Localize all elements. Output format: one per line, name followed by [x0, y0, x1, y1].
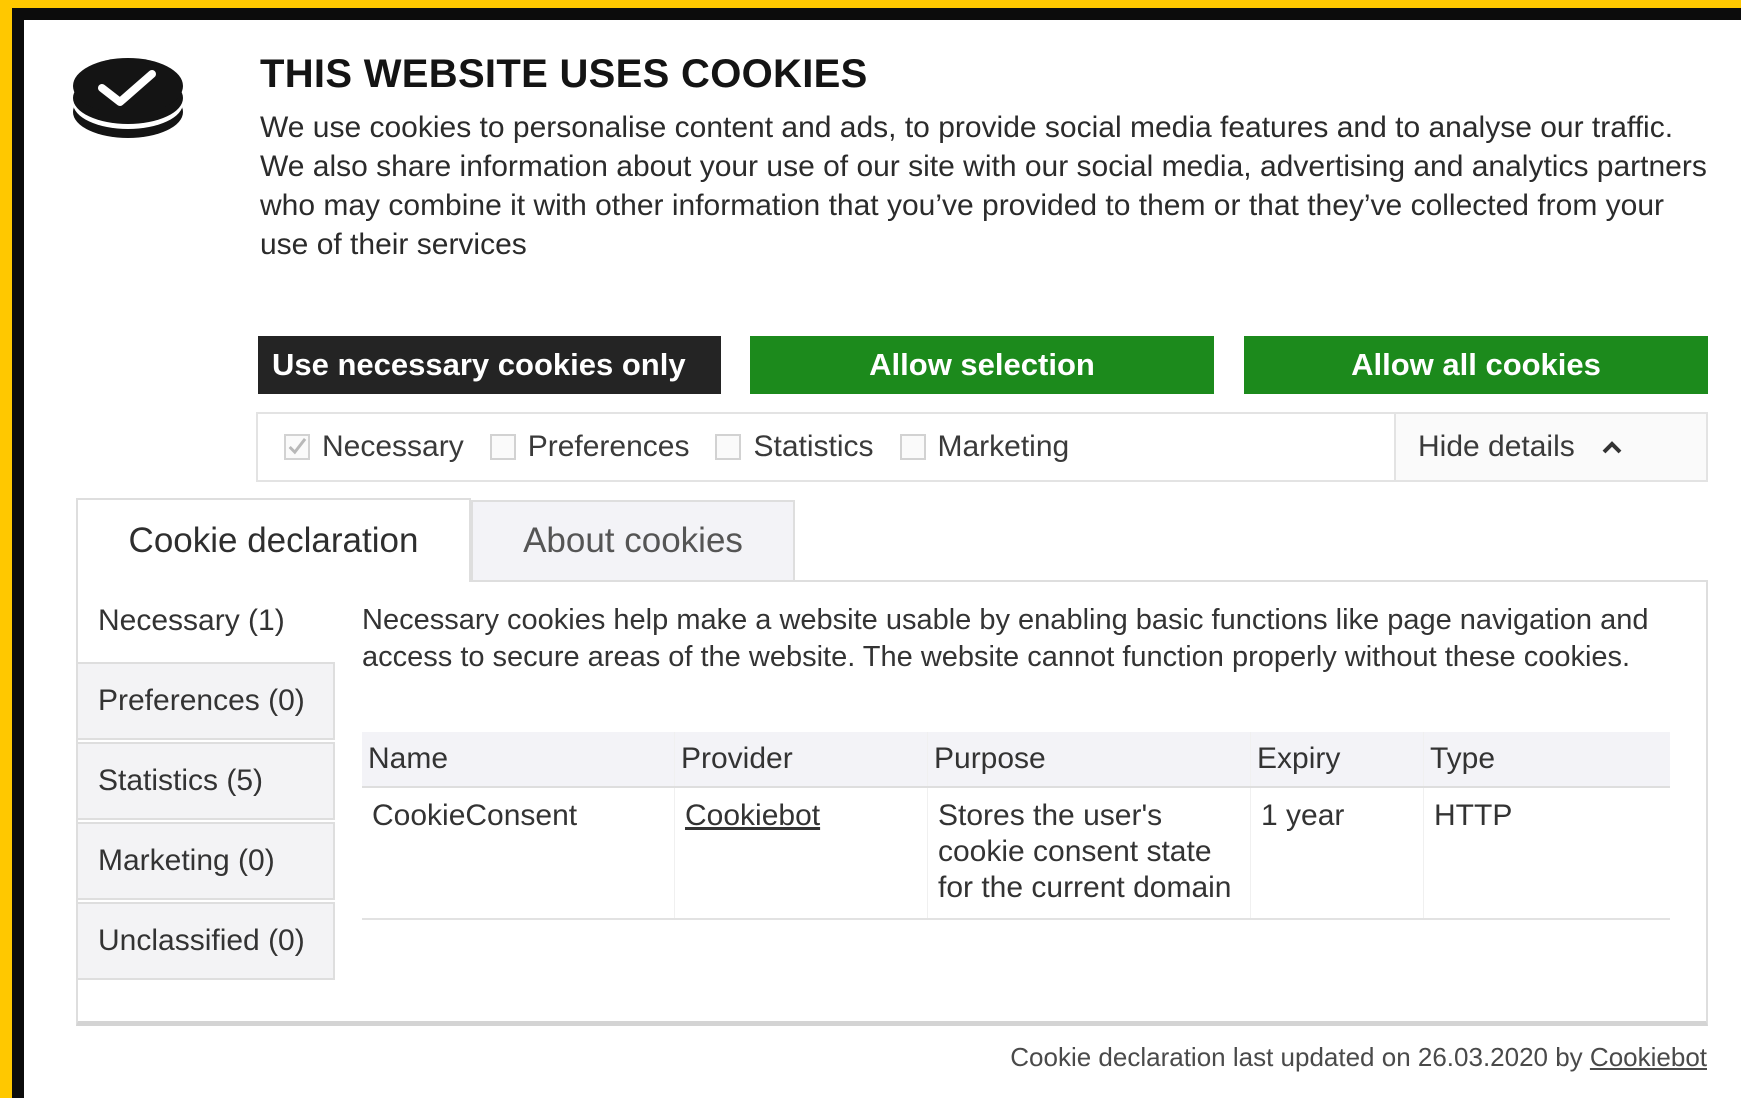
- category-sidebar: Necessary (1) Preferences (0) Statistics…: [78, 582, 335, 980]
- cell-type: HTTP: [1423, 787, 1670, 920]
- table-row: CookieConsent Cookiebot Stores the user'…: [362, 787, 1670, 920]
- cell-provider: Cookiebot: [674, 787, 928, 920]
- dialog-intro-text: We use cookies to personalise content an…: [260, 111, 1707, 261]
- statistics-checkbox[interactable]: [715, 434, 742, 460]
- declaration-footer: Cookie declaration last updated on 26.03…: [1010, 1042, 1707, 1073]
- cookie-consent-checkmark-logo-icon: [70, 50, 190, 146]
- table-header-row: Name Provider Purpose Expiry Type: [362, 732, 1670, 788]
- header-provider: Provider: [674, 732, 928, 788]
- hide-details-toggle[interactable]: Hide details: [1394, 414, 1706, 480]
- option-necessary-label: Necessary: [322, 430, 464, 463]
- header-name: Name: [362, 732, 675, 788]
- marketing-checkbox[interactable]: [899, 434, 926, 460]
- option-statistics[interactable]: Statistics: [715, 430, 874, 464]
- use-necessary-cookies-only-button[interactable]: Use necessary cookies only: [258, 336, 721, 394]
- sidebar-item-preferences[interactable]: Preferences (0): [78, 662, 335, 740]
- chevron-up-icon: [1602, 441, 1622, 454]
- dialog-body: THIS WEBSITE USES COOKIES We use cookies…: [24, 20, 1741, 1098]
- option-marketing[interactable]: Marketing: [899, 430, 1070, 464]
- header-type: Type: [1423, 732, 1670, 788]
- category-description: Necessary cookies help make a website us…: [362, 604, 1649, 673]
- dialog-title: THIS WEBSITE USES COOKIES: [260, 52, 868, 96]
- option-necessary[interactable]: Necessary: [284, 430, 464, 464]
- footer-cookiebot-link[interactable]: Cookiebot: [1590, 1042, 1707, 1072]
- provider-link[interactable]: Cookiebot: [685, 799, 820, 832]
- sidebar-item-statistics[interactable]: Statistics (5): [78, 742, 335, 820]
- sidebar-item-necessary[interactable]: Necessary (1): [78, 582, 335, 660]
- checkmark-icon: [288, 438, 307, 455]
- cookie-options-bar: Necessary Preferences Statistics Marketi…: [256, 412, 1708, 482]
- option-preferences-label: Preferences: [527, 430, 690, 463]
- cookie-table: Name Provider Purpose Expiry Type Cookie…: [362, 732, 1670, 920]
- cell-purpose: Stores the user's cookie consent state f…: [927, 787, 1251, 920]
- allow-all-cookies-button[interactable]: Allow all cookies: [1244, 336, 1708, 394]
- necessary-checkbox[interactable]: [284, 434, 310, 460]
- cookie-declaration-panel: Necessary (1) Preferences (0) Statistics…: [76, 580, 1708, 1026]
- header-expiry: Expiry: [1250, 732, 1424, 788]
- cell-expiry: 1 year: [1250, 787, 1424, 920]
- footer-text: Cookie declaration last updated on 26.03…: [1010, 1042, 1583, 1072]
- tab-about-cookies[interactable]: About cookies: [471, 500, 795, 582]
- option-preferences[interactable]: Preferences: [489, 430, 690, 464]
- allow-selection-button[interactable]: Allow selection: [750, 336, 1214, 394]
- hide-details-label: Hide details: [1418, 430, 1575, 463]
- preferences-checkbox[interactable]: [489, 434, 516, 460]
- tab-cookie-declaration[interactable]: Cookie declaration: [76, 498, 471, 582]
- sidebar-item-unclassified[interactable]: Unclassified (0): [78, 902, 335, 980]
- sidebar-item-marketing[interactable]: Marketing (0): [78, 822, 335, 900]
- option-marketing-label: Marketing: [937, 430, 1070, 463]
- header-purpose: Purpose: [927, 732, 1251, 788]
- option-statistics-label: Statistics: [753, 430, 874, 463]
- cell-name: CookieConsent: [362, 787, 675, 920]
